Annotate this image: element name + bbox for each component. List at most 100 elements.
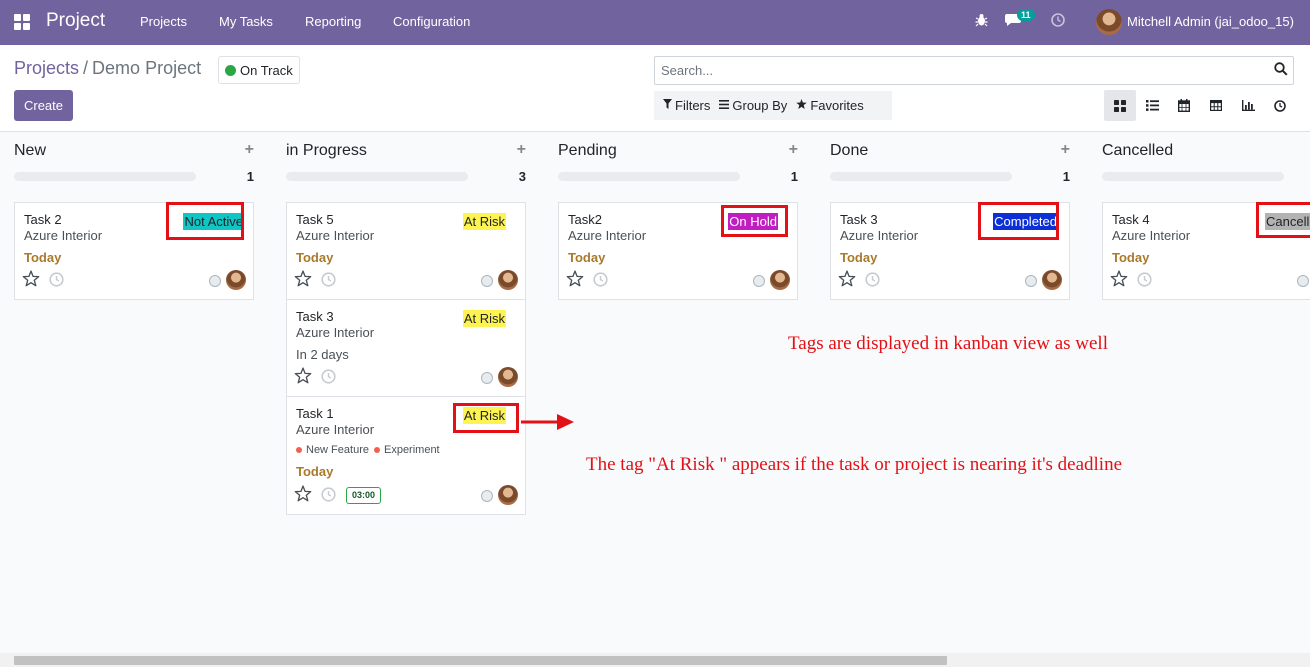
- search-options: Filters Group By Favorites: [654, 91, 892, 120]
- task-deadline: Today: [568, 250, 606, 265]
- column-progress-bar[interactable]: [1102, 172, 1284, 181]
- menu-configuration[interactable]: Configuration: [393, 14, 470, 29]
- breadcrumb: Projects / Demo Project: [14, 58, 201, 79]
- kanban-state-icon[interactable]: [481, 372, 493, 384]
- group-by-dropdown[interactable]: Group By: [719, 98, 787, 113]
- favorites-dropdown[interactable]: Favorites: [796, 98, 864, 113]
- menu-my-tasks[interactable]: My Tasks: [219, 14, 273, 29]
- star-icon[interactable]: [566, 270, 584, 292]
- activity-clock-icon[interactable]: [49, 272, 64, 292]
- activity-clock-icon[interactable]: [321, 369, 336, 389]
- highlight-box-cancelled: [1256, 202, 1310, 238]
- apps-menu-icon[interactable]: [14, 14, 30, 30]
- status-dot-icon: [225, 64, 236, 76]
- star-icon[interactable]: [294, 485, 312, 507]
- horizontal-scrollbar[interactable]: [0, 653, 1310, 667]
- kanban-state-icon[interactable]: [1297, 275, 1309, 287]
- column-quick-add-plus-icon[interactable]: +: [517, 141, 526, 159]
- kanban-state-icon[interactable]: [753, 275, 765, 287]
- activity-icon: [1274, 99, 1286, 112]
- task-card-footer: [15, 269, 255, 291]
- debug-bug-icon[interactable]: [975, 13, 988, 30]
- user-name[interactable]: Mitchell Admin (jai_odoo_15): [1127, 14, 1294, 29]
- assignee-avatar[interactable]: [498, 270, 518, 290]
- kanban-state-icon[interactable]: [481, 275, 493, 287]
- column-title[interactable]: New: [14, 142, 46, 160]
- group-by-label: Group By: [732, 98, 788, 113]
- activity-clock-icon[interactable]: [1137, 272, 1152, 292]
- task-customer: Azure Interior: [568, 228, 647, 243]
- annotation-at-risk-note: The tag "At Risk " appears if the task o…: [586, 454, 1123, 475]
- task-label: New Feature: [306, 444, 369, 456]
- kanban-view-button[interactable]: [1104, 90, 1136, 121]
- user-avatar[interactable]: [1096, 9, 1122, 35]
- column-title[interactable]: in Progress: [286, 142, 367, 160]
- task-customer: Azure Interior: [24, 228, 103, 243]
- activity-clock-icon[interactable]: [593, 272, 608, 292]
- column-progress-bar[interactable]: [558, 172, 740, 181]
- task-deadline: Today: [1112, 250, 1150, 265]
- column-title[interactable]: Pending: [558, 142, 617, 160]
- assignee-avatar[interactable]: [498, 367, 518, 387]
- highlight-box-at-risk: [453, 403, 519, 433]
- menu-projects[interactable]: Projects: [140, 14, 187, 29]
- breadcrumb-projects-link[interactable]: Projects: [14, 58, 79, 78]
- menu-reporting[interactable]: Reporting: [305, 14, 361, 29]
- filters-dropdown[interactable]: Filters: [663, 98, 710, 113]
- activity-view-button[interactable]: [1264, 90, 1296, 121]
- star-icon[interactable]: [294, 270, 312, 292]
- activity-clock-icon[interactable]: [865, 272, 880, 292]
- app-brand[interactable]: Project: [46, 10, 105, 32]
- task-name: Task 4: [1112, 212, 1150, 227]
- calendar-view-button[interactable]: [1168, 90, 1200, 121]
- assignee-avatar[interactable]: [1042, 270, 1062, 290]
- star-icon[interactable]: [1110, 270, 1128, 292]
- star-icon[interactable]: [22, 270, 40, 292]
- column-progress-bar[interactable]: [830, 172, 1012, 181]
- column-progress-bar[interactable]: [14, 172, 196, 181]
- activity-clock-icon[interactable]: [321, 487, 336, 507]
- kanban-state-icon[interactable]: [1025, 275, 1037, 287]
- create-button[interactable]: Create: [14, 90, 73, 121]
- kanban-state-icon[interactable]: [209, 275, 221, 287]
- task-card[interactable]: Task 5 Azure Interior At Risk Today: [286, 202, 526, 300]
- column-count: 1: [246, 169, 254, 184]
- label-dot-icon: [373, 447, 380, 453]
- assignee-avatar[interactable]: [226, 270, 246, 290]
- highlight-box-on-hold: [721, 205, 788, 237]
- activity-clock-icon[interactable]: [321, 272, 336, 292]
- search-input[interactable]: [655, 57, 1255, 84]
- column-title[interactable]: Cancelled: [1102, 142, 1173, 160]
- filter-funnel-icon: [663, 99, 672, 112]
- column-quick-add-plus-icon[interactable]: +: [789, 141, 798, 159]
- task-card[interactable]: Task 3 Azure Interior At Risk In 2 days: [286, 299, 526, 397]
- graph-icon: [1241, 100, 1255, 111]
- annotation-kanban-note: Tags are displayed in kanban view as wel…: [788, 333, 1108, 354]
- task-card-footer: [287, 366, 527, 388]
- task-name: Task 5: [296, 212, 334, 227]
- calendar-icon: [1178, 99, 1190, 112]
- star-icon[interactable]: [838, 270, 856, 292]
- column-progress-bar[interactable]: [286, 172, 468, 181]
- filters-label: Filters: [675, 98, 711, 113]
- kanban-icon: [1114, 99, 1126, 112]
- graph-view-button[interactable]: [1232, 90, 1264, 121]
- task-card-footer: [559, 269, 799, 291]
- scrollbar-thumb[interactable]: [14, 656, 947, 665]
- assignee-avatar[interactable]: [498, 485, 518, 505]
- project-status-button[interactable]: On Track: [218, 56, 300, 84]
- activity-clock-icon[interactable]: [1051, 13, 1065, 30]
- task-name: Task 3: [840, 212, 878, 227]
- star-icon[interactable]: [294, 367, 312, 389]
- list-view-button[interactable]: [1136, 90, 1168, 121]
- column-count: 1: [1062, 169, 1070, 184]
- assignee-avatar[interactable]: [770, 270, 790, 290]
- kanban-state-icon[interactable]: [481, 490, 493, 502]
- column-title[interactable]: Done: [830, 142, 868, 160]
- search-icon[interactable]: [1274, 62, 1288, 81]
- column-quick-add-plus-icon[interactable]: +: [245, 141, 254, 159]
- pivot-view-button[interactable]: [1200, 90, 1232, 121]
- column-quick-add-plus-icon[interactable]: +: [1061, 141, 1070, 159]
- task-card-footer: [831, 269, 1071, 291]
- task-customer: Azure Interior: [296, 325, 375, 340]
